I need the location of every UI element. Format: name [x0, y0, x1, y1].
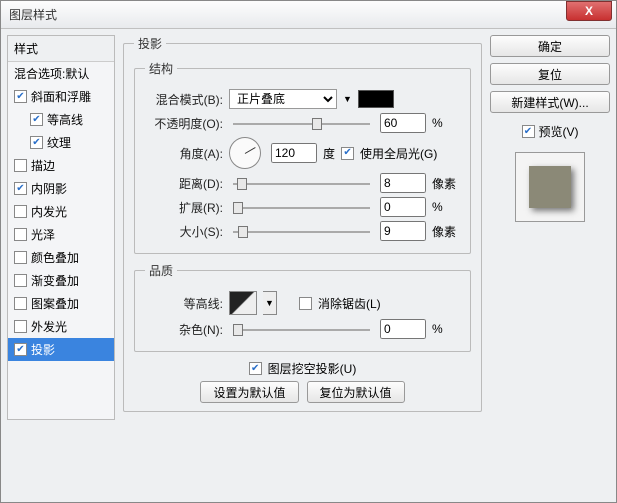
checkbox-icon[interactable]	[30, 113, 43, 126]
dialog-buttons: 确定 复位 新建样式(W)... 预览(V)	[490, 35, 610, 420]
antialias-checkbox[interactable]	[299, 297, 312, 310]
row-bevel[interactable]: 斜面和浮雕	[8, 85, 114, 108]
angle-unit: 度	[323, 145, 335, 162]
unit-percent: %	[432, 200, 460, 214]
contour-dropdown[interactable]: ▼	[263, 291, 277, 315]
distance-slider[interactable]	[233, 175, 370, 191]
chevron-down-icon: ▼	[343, 94, 352, 104]
titlebar: 图层样式 X	[1, 1, 616, 29]
unit-percent: %	[432, 116, 460, 130]
drop-shadow-group: 投影 结构 混合模式(B): 正片叠底 ▼ 不透明度(O): % 角度(A): …	[123, 35, 482, 412]
shadow-color-swatch[interactable]	[358, 90, 394, 108]
row-contour[interactable]: 等高线	[8, 108, 114, 131]
quality-legend: 品质	[145, 262, 177, 279]
drop-shadow-legend: 投影	[134, 35, 166, 52]
row-color-overlay[interactable]: 颜色叠加	[8, 246, 114, 269]
layer-style-dialog: 图层样式 X 样式 混合选项:默认 斜面和浮雕 等高线 纹理 描边 内阴影 内发…	[0, 0, 617, 503]
checkbox-icon[interactable]	[14, 251, 27, 264]
size-slider[interactable]	[233, 223, 370, 239]
row-stroke[interactable]: 描边	[8, 154, 114, 177]
checkbox-icon[interactable]	[30, 136, 43, 149]
ok-button[interactable]: 确定	[490, 35, 610, 57]
preview-thumbnail	[515, 152, 585, 222]
reset-default-button[interactable]: 复位为默认值	[307, 381, 405, 403]
unit-percent: %	[432, 322, 460, 336]
spread-input[interactable]	[380, 197, 426, 217]
checkbox-icon[interactable]	[14, 182, 27, 195]
preview-checkbox[interactable]	[522, 125, 535, 138]
knockout-label: 图层挖空投影(U)	[268, 360, 357, 377]
structure-group: 结构 混合模式(B): 正片叠底 ▼ 不透明度(O): % 角度(A): 度 使…	[134, 60, 471, 254]
contour-label: 等高线:	[145, 295, 223, 312]
contour-picker[interactable]	[229, 291, 257, 315]
row-drop-shadow[interactable]: 投影	[8, 338, 114, 361]
quality-group: 品质 等高线: ▼ 消除锯齿(L) 杂色(N): %	[134, 262, 471, 352]
blend-mode-label: 混合模式(B):	[145, 91, 223, 108]
row-blend-defaults[interactable]: 混合选项:默认	[8, 62, 114, 85]
effect-settings: 投影 结构 混合模式(B): 正片叠底 ▼ 不透明度(O): % 角度(A): …	[123, 35, 482, 420]
spread-slider[interactable]	[233, 199, 370, 215]
make-default-button[interactable]: 设置为默认值	[200, 381, 298, 403]
cancel-button[interactable]: 复位	[490, 63, 610, 85]
checkbox-icon[interactable]	[14, 228, 27, 241]
checkbox-icon[interactable]	[14, 274, 27, 287]
row-pattern-overlay[interactable]: 图案叠加	[8, 292, 114, 315]
checkbox-icon[interactable]	[14, 205, 27, 218]
structure-legend: 结构	[145, 60, 177, 77]
global-light-checkbox[interactable]	[341, 147, 354, 160]
global-light-label: 使用全局光(G)	[360, 145, 437, 162]
unit-px: 像素	[432, 175, 460, 192]
row-satin[interactable]: 光泽	[8, 223, 114, 246]
checkbox-icon[interactable]	[14, 343, 27, 356]
noise-slider[interactable]	[233, 321, 370, 337]
antialias-label: 消除锯齿(L)	[318, 295, 381, 312]
row-outer-glow[interactable]: 外发光	[8, 315, 114, 338]
preview-label: 预览(V)	[539, 123, 579, 140]
close-button[interactable]: X	[566, 1, 612, 21]
size-label: 大小(S):	[145, 223, 223, 240]
checkbox-icon[interactable]	[14, 159, 27, 172]
distance-label: 距离(D):	[145, 175, 223, 192]
window-title: 图层样式	[9, 6, 57, 23]
opacity-input[interactable]	[380, 113, 426, 133]
row-gradient-overlay[interactable]: 渐变叠加	[8, 269, 114, 292]
angle-label: 角度(A):	[145, 145, 223, 162]
angle-input[interactable]	[271, 143, 317, 163]
new-style-button[interactable]: 新建样式(W)...	[490, 91, 610, 113]
distance-input[interactable]	[380, 173, 426, 193]
noise-input[interactable]	[380, 319, 426, 339]
row-inner-shadow[interactable]: 内阴影	[8, 177, 114, 200]
opacity-slider[interactable]	[233, 115, 370, 131]
knockout-checkbox[interactable]	[249, 362, 262, 375]
spread-label: 扩展(R):	[145, 199, 223, 216]
opacity-label: 不透明度(O):	[145, 115, 223, 132]
checkbox-icon[interactable]	[14, 90, 27, 103]
noise-label: 杂色(N):	[145, 321, 223, 338]
checkbox-icon[interactable]	[14, 320, 27, 333]
angle-dial[interactable]	[229, 137, 261, 169]
row-inner-glow[interactable]: 内发光	[8, 200, 114, 223]
size-input[interactable]	[380, 221, 426, 241]
unit-px: 像素	[432, 223, 460, 240]
row-texture[interactable]: 纹理	[8, 131, 114, 154]
blend-mode-select[interactable]: 正片叠底	[229, 89, 337, 109]
checkbox-icon[interactable]	[14, 297, 27, 310]
styles-list: 样式 混合选项:默认 斜面和浮雕 等高线 纹理 描边 内阴影 内发光 光泽 颜色…	[7, 35, 115, 420]
styles-header: 样式	[8, 36, 114, 62]
